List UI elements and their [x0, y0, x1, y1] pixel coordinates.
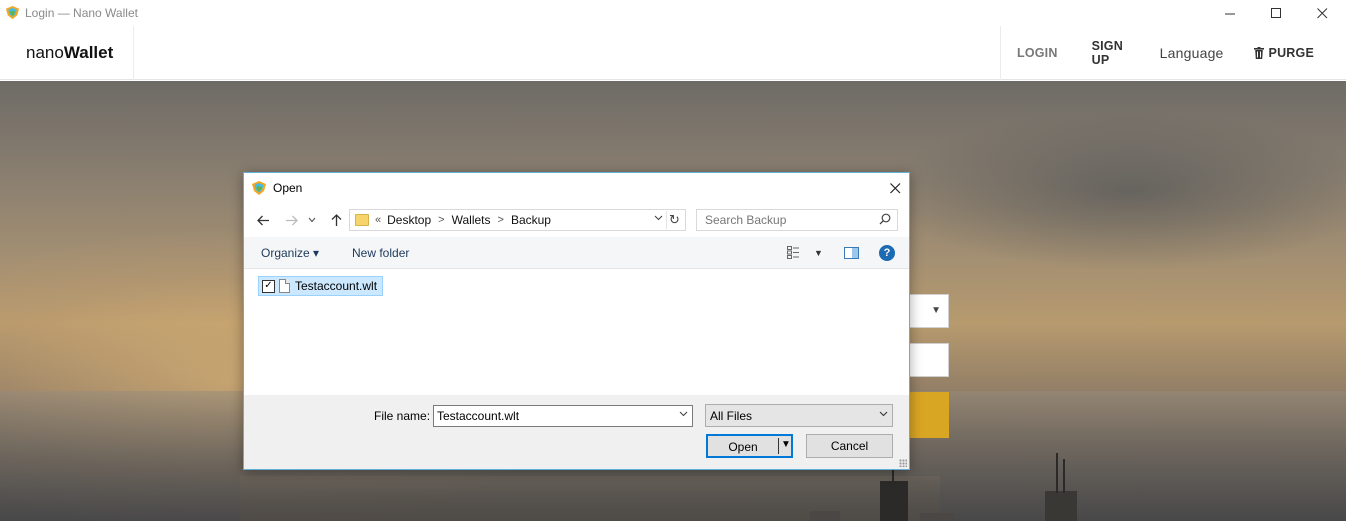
- arrow-left-icon: [256, 215, 269, 225]
- maximize-button[interactable]: [1253, 0, 1299, 26]
- nav-login-link[interactable]: LOGIN: [1001, 46, 1074, 60]
- file-name-label: File name:: [374, 409, 431, 423]
- password-input[interactable]: [905, 343, 949, 377]
- file-name-combobox[interactable]: [433, 405, 693, 427]
- breadcrumb-overflow[interactable]: «: [375, 214, 381, 226]
- window-titlebar: Login — Nano Wallet: [0, 0, 1346, 26]
- file-name-input[interactable]: [434, 406, 670, 426]
- address-bar[interactable]: « Desktop > Wallets > Backup ↻: [349, 209, 686, 231]
- search-box[interactable]: [696, 209, 898, 231]
- preview-pane-icon[interactable]: [844, 247, 859, 259]
- minimize-icon: [1224, 13, 1235, 14]
- chevron-down-icon: [879, 409, 888, 420]
- search-input[interactable]: [697, 210, 873, 230]
- up-folder-button[interactable]: [326, 210, 346, 230]
- chevron-down-icon[interactable]: [679, 409, 688, 420]
- brand-bold: Wallet: [63, 43, 114, 62]
- skyscraper-shape: [810, 511, 840, 521]
- minimize-button[interactable]: [1207, 0, 1253, 26]
- recent-locations-button[interactable]: [306, 210, 318, 230]
- trash-icon: [1253, 47, 1264, 59]
- window-title: Login — Nano Wallet: [25, 6, 138, 20]
- dialog-title: Open: [273, 181, 303, 195]
- nav-links: LOGIN SIGN UP Language PURGE: [1000, 26, 1346, 80]
- brand-logo[interactable]: nano Wallet: [0, 26, 134, 80]
- cancel-button-label: Cancel: [830, 439, 869, 453]
- folder-icon: [355, 214, 369, 226]
- search-icon: [879, 213, 891, 228]
- file-type-value: All Files: [710, 408, 753, 423]
- open-button-label: Open: [728, 440, 758, 454]
- arrow-up-icon: [331, 213, 341, 226]
- organize-menu[interactable]: Organize ▾: [261, 246, 319, 260]
- file-name: Testaccount.wlt: [295, 279, 378, 293]
- file-type-select[interactable]: All Files: [705, 404, 893, 427]
- chevron-down-icon: ▼: [931, 305, 941, 316]
- close-icon: [889, 182, 900, 193]
- chevron-down-icon[interactable]: ▼: [814, 248, 823, 258]
- file-checkbox[interactable]: ✓: [262, 279, 275, 293]
- dialog-titlebar: Open: [244, 173, 909, 203]
- chevron-right-icon[interactable]: >: [438, 214, 444, 226]
- help-icon[interactable]: ?: [879, 245, 895, 261]
- back-button[interactable]: [253, 210, 273, 230]
- dialog-navigation-row: « Desktop > Wallets > Backup ↻: [244, 207, 909, 233]
- file-list: ✓ Testaccount.wlt: [244, 270, 909, 395]
- dialog-close-button[interactable]: [884, 177, 906, 199]
- refresh-icon[interactable]: ↻: [666, 211, 682, 229]
- chevron-down-icon[interactable]: [654, 213, 663, 224]
- caret-down-icon[interactable]: ▼: [781, 439, 791, 450]
- nem-logo-icon: [5, 5, 20, 20]
- open-button[interactable]: Open ▼: [706, 434, 793, 458]
- nav-signup-link[interactable]: SIGN UP: [1074, 39, 1146, 67]
- skyscraper-shape: [920, 513, 955, 521]
- cancel-button[interactable]: Cancel: [806, 434, 893, 458]
- chevron-right-icon[interactable]: >: [498, 214, 504, 226]
- cloud-shape: [880, 111, 1346, 271]
- nav-language-dropdown[interactable]: Language: [1146, 45, 1238, 61]
- skyscraper-shape: [1045, 491, 1077, 521]
- nav-purge-link[interactable]: PURGE: [1238, 46, 1346, 60]
- chevron-down-icon: [308, 217, 316, 223]
- view-options-icon[interactable]: [787, 246, 803, 262]
- skyscraper-shape: [1056, 453, 1058, 493]
- new-folder-button[interactable]: New folder: [352, 246, 409, 260]
- arrow-right-icon: [285, 215, 298, 225]
- app-navbar: nano Wallet LOGIN SIGN UP Language PURGE: [0, 26, 1346, 80]
- dialog-toolbar: Organize ▾ New folder ▼ ?: [244, 237, 909, 269]
- nav-purge-label: PURGE: [1268, 46, 1314, 60]
- brand-light: nano: [26, 43, 64, 62]
- open-file-dialog: Open « Desktop > Wallets > Backup ↻ Sear…: [243, 172, 910, 470]
- nem-logo-icon: [252, 181, 266, 195]
- maximize-icon: [1270, 7, 1281, 18]
- wallet-select[interactable]: ▼: [905, 294, 949, 328]
- skyscraper-shape: [1063, 459, 1065, 493]
- dialog-footer: File name: All Files Open ▼ Cancel: [244, 395, 909, 469]
- close-icon: [1316, 7, 1327, 18]
- list-item[interactable]: ✓ Testaccount.wlt: [258, 276, 384, 296]
- file-icon: [279, 279, 290, 293]
- login-submit-button[interactable]: [905, 392, 949, 438]
- skyscraper-shape: [880, 481, 908, 521]
- breadcrumb-backup[interactable]: Backup: [511, 213, 551, 227]
- resize-grip-icon[interactable]: [899, 459, 907, 467]
- forward-button[interactable]: [281, 210, 301, 230]
- split-divider: [778, 438, 779, 454]
- window-close-button[interactable]: [1299, 0, 1345, 26]
- breadcrumb-desktop[interactable]: Desktop: [387, 213, 431, 227]
- breadcrumb-wallets[interactable]: Wallets: [452, 213, 491, 227]
